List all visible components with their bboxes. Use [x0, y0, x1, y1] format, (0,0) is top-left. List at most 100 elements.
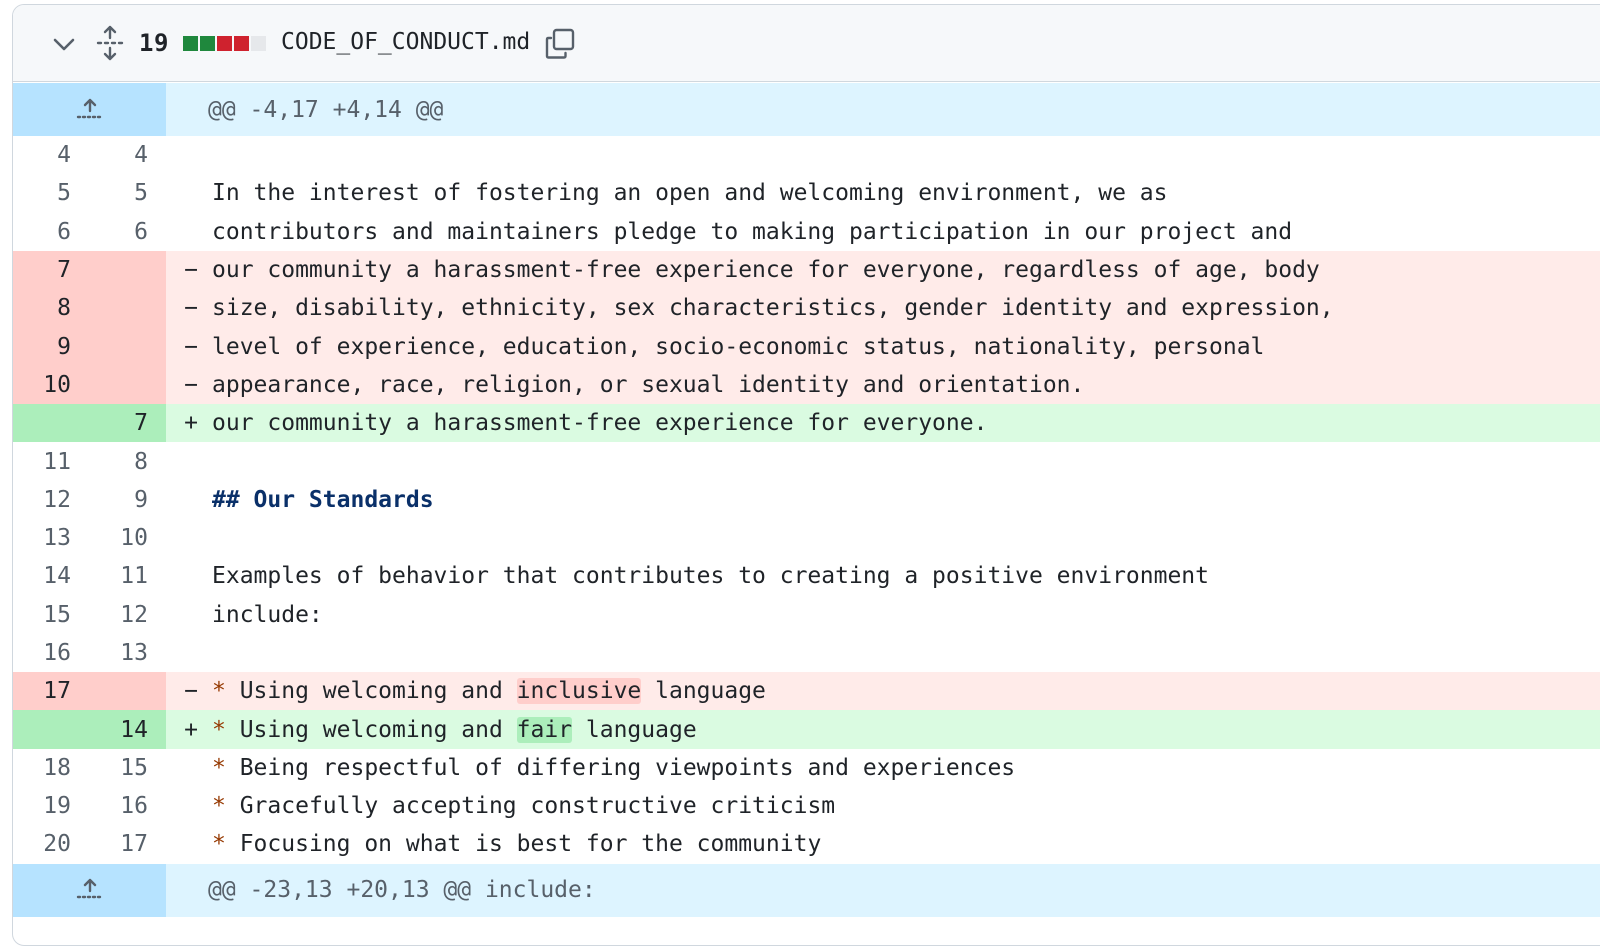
new-line-number[interactable]: 5: [89, 174, 166, 212]
diff-line: 7 + our community a harassment-free experi…: [13, 404, 1600, 443]
diff-table: @@ -4,17 +4,14 @@ 4 4 5 5 In the interest of …: [13, 83, 1600, 917]
new-line-number[interactable]: 13: [89, 634, 166, 672]
file-name[interactable]: CODE_OF_CONDUCT.md: [281, 29, 530, 55]
old-line-number[interactable]: 17: [13, 672, 89, 711]
old-line-number[interactable]: 10: [13, 365, 89, 405]
diff-file: 19 CODE_OF_CONDUCT.md @@ -4,17 +4,14 @@ 4…: [12, 4, 1600, 946]
old-line-number[interactable]: [13, 404, 89, 443]
copy-icon[interactable]: [543, 27, 577, 61]
diff-marker: −: [184, 333, 198, 360]
hunk-header-text: @@ -4,17 +4,14 @@: [208, 96, 444, 123]
diffstat-block: [251, 36, 266, 51]
code-line: size, disability, ethnicity, sex charact…: [212, 289, 1600, 327]
new-line-number[interactable]: 4: [89, 136, 166, 174]
old-line-number[interactable]: 13: [13, 519, 89, 557]
diff-line: 19 16 * Gracefully accepting constructive …: [13, 787, 1600, 825]
old-line-number[interactable]: 14: [13, 557, 89, 595]
old-line-number[interactable]: 18: [13, 749, 89, 787]
bullet-marker: *: [212, 678, 226, 705]
old-line-number[interactable]: 16: [13, 634, 89, 672]
old-line-number[interactable]: 15: [13, 596, 89, 634]
code-text: ## Our Standards: [212, 486, 434, 513]
new-line-number[interactable]: 11: [89, 557, 166, 595]
diff-line: 11 8: [13, 442, 1600, 480]
new-line-number[interactable]: 17: [89, 825, 166, 863]
new-line-number[interactable]: [89, 672, 166, 711]
diff-marker: [166, 174, 212, 212]
new-line-number[interactable]: 14: [89, 710, 166, 749]
diff-line: 5 5 In the interest of fostering an open a…: [13, 174, 1600, 212]
new-line-number[interactable]: 8: [89, 442, 166, 480]
old-line-number[interactable]: 20: [13, 825, 89, 863]
code-text: include:: [212, 601, 323, 628]
diff-marker: [166, 825, 212, 863]
new-line-number[interactable]: 6: [89, 213, 166, 251]
chevron-down-icon[interactable]: [51, 33, 77, 55]
code-line: * Gracefully accepting constructive crit…: [212, 787, 1600, 825]
expand-up-button[interactable]: [13, 83, 166, 136]
diff-line: 16 13: [13, 634, 1600, 672]
new-line-number[interactable]: 9: [89, 481, 166, 519]
diff-line: 20 17 * Focusing on what is best for the c…: [13, 825, 1600, 863]
old-line-number[interactable]: 19: [13, 787, 89, 825]
new-line-number[interactable]: 10: [89, 519, 166, 557]
code-line: our community a harassment-free experien…: [212, 251, 1600, 289]
word-highlight: fair: [516, 716, 573, 743]
new-line-number[interactable]: 15: [89, 749, 166, 787]
diff-marker: −: [184, 371, 198, 398]
diff-line: 44: [13, 136, 1600, 174]
diff-marker: −: [184, 678, 198, 705]
diff-line: 6 6 contributors and maintainers pledge to…: [13, 213, 1600, 251]
bullet-marker: *: [212, 831, 226, 858]
code-text: Examples of behavior that contributes to…: [212, 563, 1209, 590]
code-text: our community a harassment-free experien…: [212, 410, 988, 437]
diff-marker: [166, 596, 212, 634]
new-line-number[interactable]: [89, 289, 166, 328]
code-line: appearance, race, religion, or sexual id…: [212, 366, 1600, 404]
bullet-marker: *: [212, 793, 226, 820]
code-line: * Using welcoming and fair language: [212, 710, 1600, 748]
diff-line: 18 15 * Being respectful of differing view…: [13, 749, 1600, 787]
diff-marker: [166, 787, 212, 825]
old-line-number[interactable]: 6: [13, 213, 89, 251]
diff-line: 15 12 include:: [13, 596, 1600, 634]
code-text: contributors and maintainers pledge to m…: [212, 218, 1293, 245]
diffstat-block: [183, 36, 198, 51]
diff-marker: [166, 634, 212, 672]
old-line-number[interactable]: 8: [13, 289, 89, 328]
old-line-number[interactable]: 11: [13, 442, 89, 480]
code-text: Gracefully accepting constructive critic…: [225, 793, 836, 820]
expand-up-button[interactable]: [13, 863, 166, 917]
diff-line: 12 9 ## Our Standards: [13, 481, 1600, 519]
hunk-header: @@ -4,17 +4,14 @@: [13, 83, 1600, 136]
code-line: * Using welcoming and inclusive language: [212, 672, 1600, 710]
bullet-marker: *: [212, 716, 226, 743]
code-line: ## Our Standards: [212, 481, 1600, 519]
new-line-number[interactable]: [89, 327, 166, 366]
new-line-number[interactable]: [89, 250, 166, 290]
old-line-number[interactable]: 5: [13, 174, 89, 212]
code-text: Using welcoming and: [225, 678, 517, 705]
diff-marker: +: [184, 716, 198, 743]
new-line-number[interactable]: 16: [89, 787, 166, 825]
diffstat-block: [234, 36, 249, 51]
new-line-number[interactable]: 7: [89, 404, 166, 443]
old-line-number[interactable]: 12: [13, 481, 89, 519]
new-line-number[interactable]: 12: [89, 596, 166, 634]
diff-line: 13 10: [13, 519, 1600, 557]
new-line-number[interactable]: [89, 365, 166, 405]
diff-marker: [166, 519, 212, 557]
code-line: * Focusing on what is best for the commu…: [212, 825, 1600, 863]
diff-line: 7 − our community a harassment-free experi…: [13, 250, 1600, 290]
old-line-number[interactable]: 7: [13, 250, 89, 290]
hunk-header-text: @@ -23,13 +20,13 @@ include:: [208, 877, 596, 904]
old-line-number[interactable]: [13, 710, 89, 749]
diff-line: 14 11 Examples of behavior that contribute…: [13, 557, 1600, 595]
expand-all-icon[interactable]: [95, 25, 125, 61]
old-line-number[interactable]: 4: [13, 136, 89, 174]
old-line-number[interactable]: 9: [13, 327, 89, 366]
file-header: 19 CODE_OF_CONDUCT.md: [13, 5, 1600, 82]
